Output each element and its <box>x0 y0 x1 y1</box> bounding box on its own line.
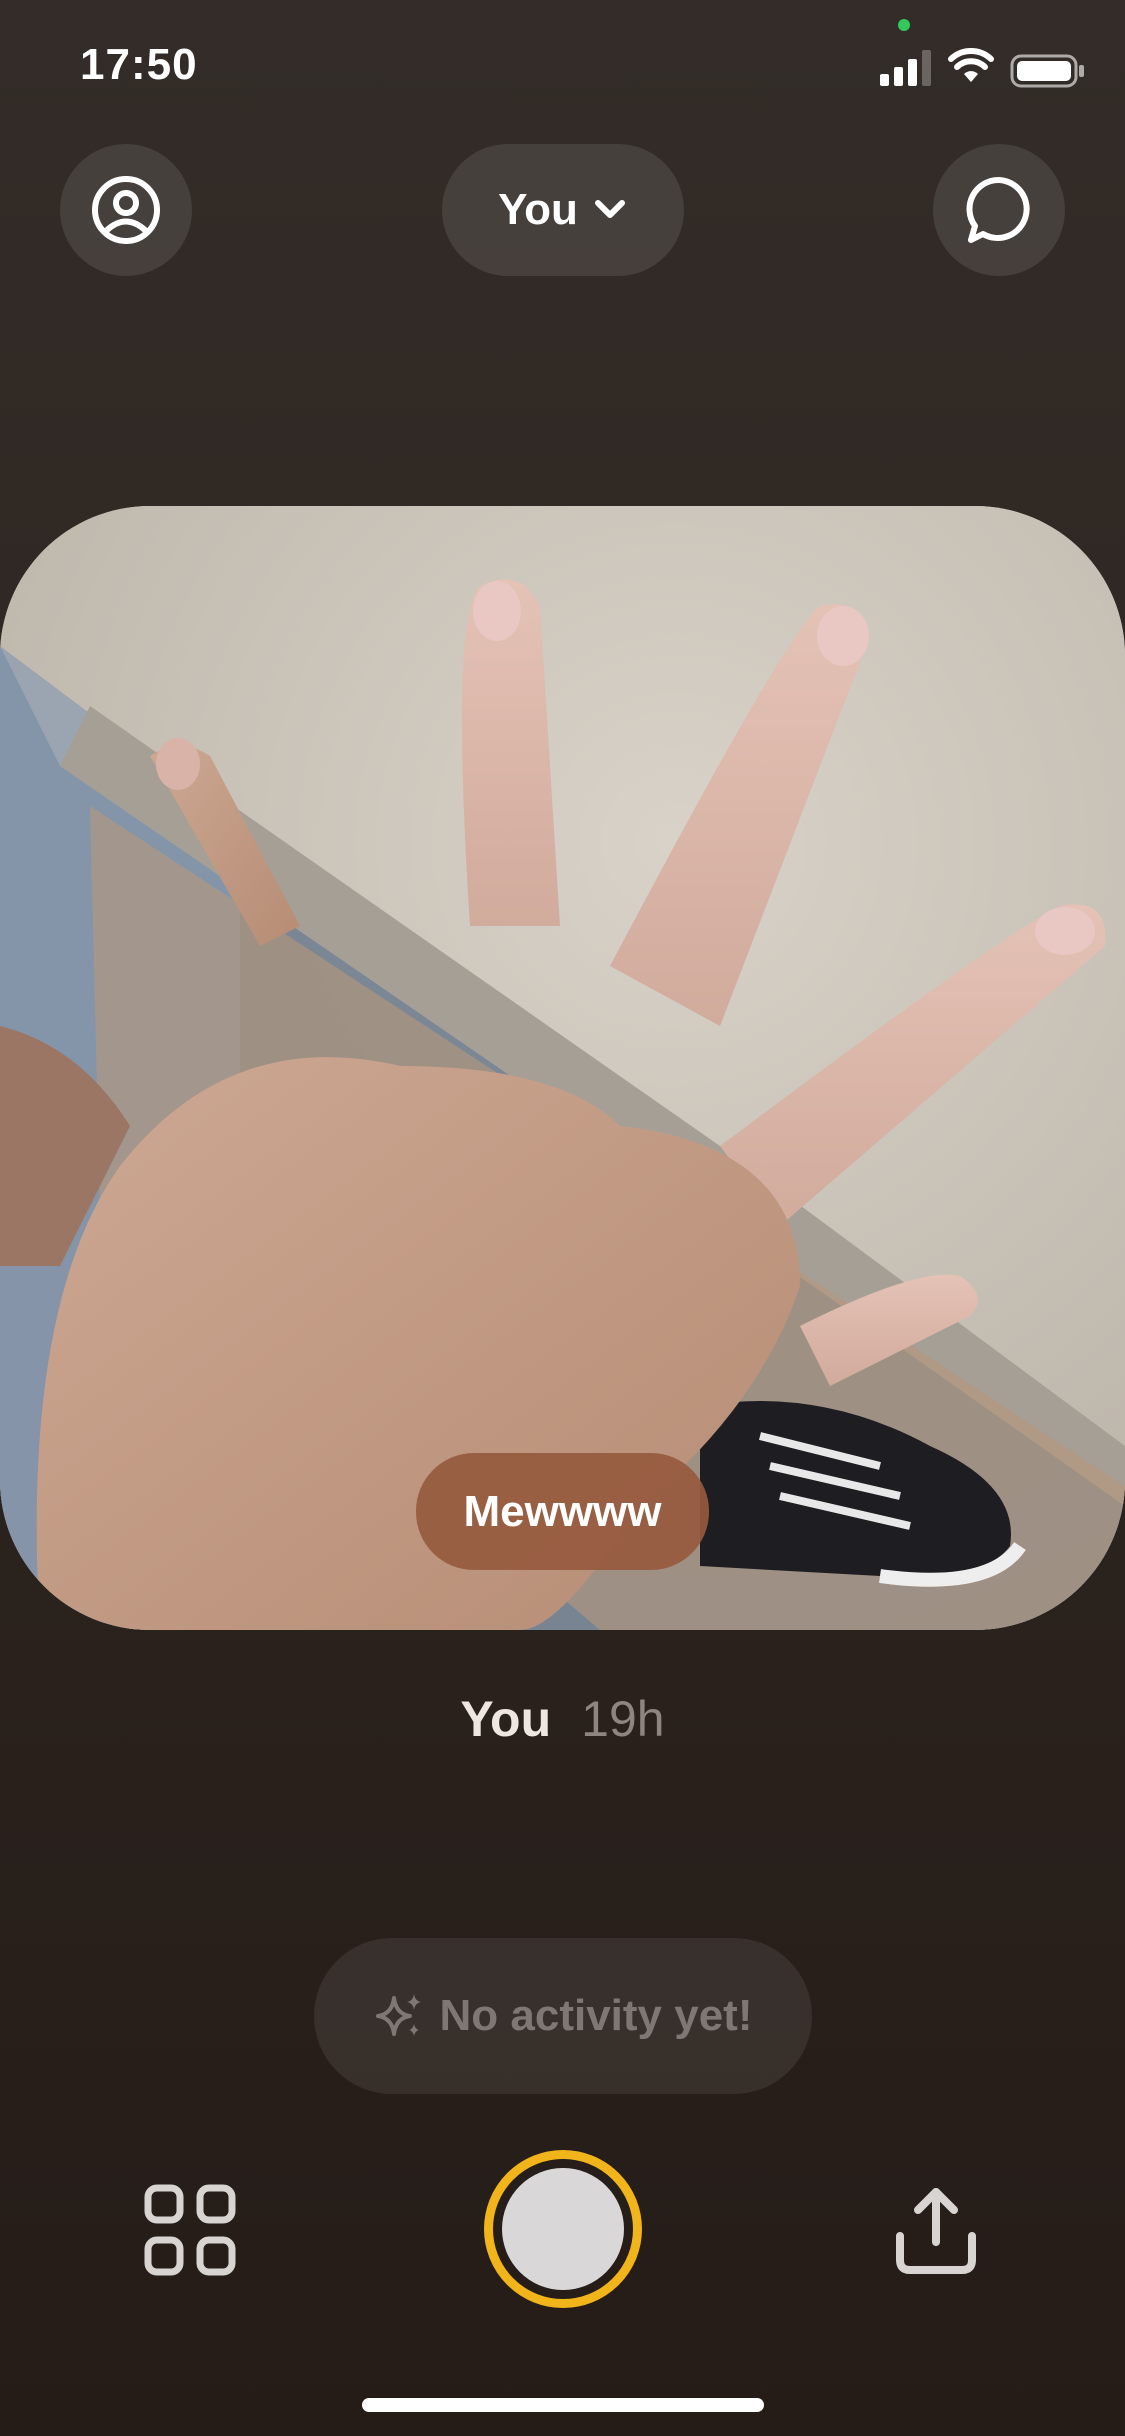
camera-in-use-dot <box>898 19 910 31</box>
battery-icon <box>1010 54 1084 88</box>
share-button[interactable] <box>886 2180 986 2280</box>
shutter-inner <box>502 2168 624 2290</box>
status-time: 17:50 <box>80 40 198 89</box>
activity-button[interactable]: No activity yet! <box>314 1938 812 2094</box>
friend-selector-label: You <box>498 185 578 234</box>
post-meta: You 19h <box>0 1690 1125 1748</box>
friend-selector-button[interactable]: You <box>442 144 684 276</box>
activity-text: No activity yet! <box>439 1991 753 2040</box>
profile-circle-icon <box>92 176 160 244</box>
home-indicator[interactable] <box>362 2398 764 2412</box>
chevron-down-icon <box>594 200 625 218</box>
post-author[interactable]: You <box>460 1690 551 1748</box>
wifi-icon <box>948 48 994 82</box>
photo-caption: Mewwww <box>416 1453 709 1570</box>
chat-button[interactable] <box>933 144 1065 276</box>
status-bar: 17:50 <box>0 0 1125 140</box>
cellular-signal-icon <box>880 50 931 86</box>
post-time: 19h <box>581 1691 665 1747</box>
shutter-button[interactable] <box>484 2150 642 2308</box>
history-grid-button[interactable] <box>140 2180 240 2280</box>
share-icon <box>896 2188 976 2274</box>
profile-button[interactable] <box>60 144 192 276</box>
sparkles-icon <box>375 1994 421 2036</box>
grid-icon <box>144 2184 236 2276</box>
chat-bubble-icon <box>966 176 1030 243</box>
